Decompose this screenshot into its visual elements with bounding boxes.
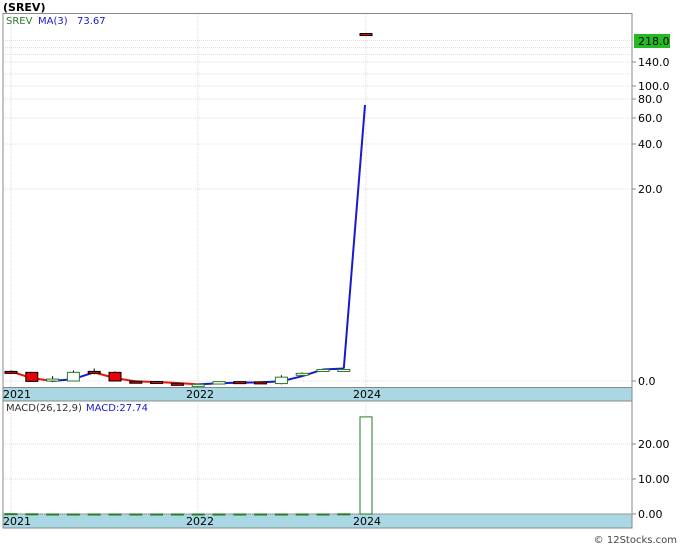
macd-bar <box>254 513 268 516</box>
macd-x-tick-label: 2021 <box>3 515 31 528</box>
candle-body <box>87 370 101 374</box>
price-x-axis-band <box>2 387 633 402</box>
price-y-tick-label: 80.0 <box>638 93 663 106</box>
candle-body <box>4 370 18 374</box>
candle-body <box>212 381 226 385</box>
macd-x-tick-label: 2024 <box>353 515 381 528</box>
macd-bar <box>66 513 80 516</box>
candle-body <box>191 383 205 387</box>
candle-body <box>359 33 373 37</box>
macd-bar <box>212 513 226 516</box>
macd-legend-label: MACD(26,12,9) <box>6 403 82 414</box>
last-price-label: 218.0 <box>638 35 670 48</box>
stock-chart: 0.0 20.0 40.0 60.0 80.0100.0 140.0 2021 2021 202… <box>2 1 677 546</box>
candle-body <box>254 381 268 385</box>
chart-title: (SREV) <box>3 1 45 14</box>
price-x-tick-label: 2024 <box>353 388 381 401</box>
legend-ma-label: MA(3) <box>38 16 68 27</box>
candle-body <box>66 371 80 382</box>
macd-bar <box>108 513 122 516</box>
macd-x-axis-band <box>2 513 633 529</box>
legend-ma-value: 73.67 <box>77 16 106 27</box>
price-y-tick-label: 100.0 <box>638 80 670 93</box>
macd-x-tick-label: 2022 <box>186 515 214 528</box>
price-y-tick-label: 60.0 <box>638 112 663 125</box>
macd-y-tick-label: 0.00 <box>638 508 663 521</box>
macd-bar <box>46 513 60 516</box>
candle-body <box>337 368 351 372</box>
candle-body <box>129 380 143 384</box>
candle-body <box>233 381 247 385</box>
macd-bar <box>170 513 184 516</box>
macd-y-tick-label: 10.00 <box>638 473 670 486</box>
macd-y-tick-label: 20.00 <box>638 438 670 451</box>
candle-body <box>316 368 330 372</box>
macd-bar <box>150 513 164 516</box>
price-panel <box>2 13 633 388</box>
macd-bar <box>129 513 143 516</box>
macd-bar <box>87 513 101 516</box>
candle-body <box>25 371 39 382</box>
macd-panel <box>2 400 633 515</box>
macd-legend-value: MACD:27.74 <box>86 403 148 414</box>
price-y-tick-label: 140.0 <box>638 56 670 69</box>
candle-body <box>274 376 288 385</box>
legend-symbol: SREV <box>6 16 33 27</box>
candle-body <box>46 378 60 382</box>
price-x-tick-label: 2021 <box>3 388 31 401</box>
candle-body <box>170 382 184 386</box>
copyright-text: © 12Stocks.com <box>594 535 677 546</box>
macd-bar <box>316 513 330 516</box>
macd-bar <box>233 513 247 516</box>
candle-body <box>150 380 164 384</box>
macd-bar <box>295 513 309 516</box>
macd-bar <box>359 416 373 515</box>
candle-body <box>295 372 309 376</box>
candle-body <box>108 371 122 382</box>
macd-bar <box>274 513 288 516</box>
macd-bar <box>337 513 351 516</box>
price-y-tick-label: 20.0 <box>638 183 663 196</box>
price-y-tick-label: 0.0 <box>638 375 656 388</box>
price-x-tick-label: 2022 <box>186 388 214 401</box>
price-y-tick-label: 40.0 <box>638 138 663 151</box>
